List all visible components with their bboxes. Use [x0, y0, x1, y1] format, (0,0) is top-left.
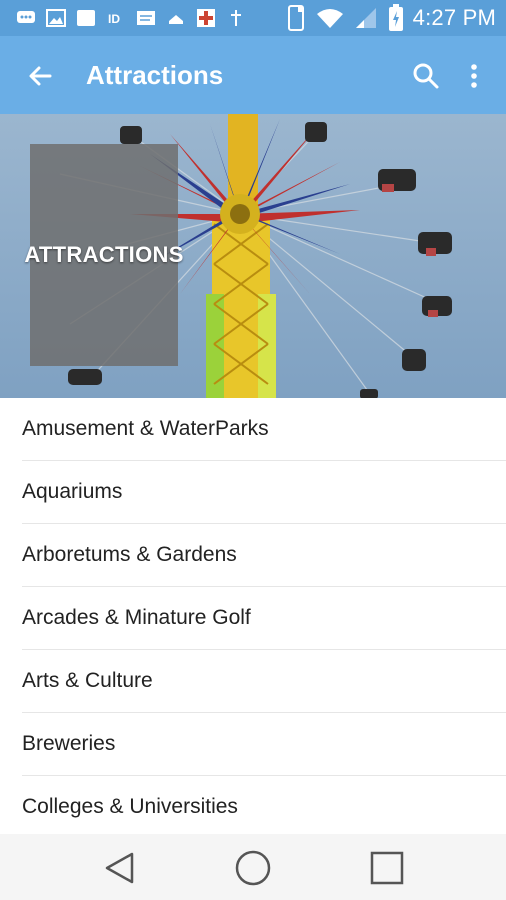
battery-icon [387, 4, 405, 32]
hero-title: ATTRACTIONS [24, 242, 184, 267]
square-recents-icon [370, 851, 404, 885]
wifi-icon [315, 5, 345, 31]
signal-icon [353, 5, 379, 31]
list-item-label: Arboretums & Gardens [22, 543, 237, 566]
app-icon [76, 8, 96, 28]
app-bar: Attractions [0, 36, 506, 114]
nav-back-button[interactable] [100, 848, 140, 888]
hero-overlay-panel: ATTRACTIONS [24, 144, 183, 366]
nav-home-button[interactable] [233, 848, 273, 888]
list-item-label: Breweries [22, 732, 116, 755]
category-list: Amusement & WaterParks Aquariums Arboret… [0, 398, 506, 838]
list-item-arboretums-gardens[interactable]: Arboretums & Gardens [22, 524, 506, 587]
more-vert-icon [471, 64, 477, 88]
dropbox-icon [166, 8, 186, 28]
id-icon: ID [106, 8, 126, 28]
cross-icon [196, 8, 216, 28]
circle-home-icon [235, 850, 271, 886]
svg-text:ID: ID [108, 12, 120, 26]
image-icon [46, 8, 66, 28]
list-item-aquariums[interactable]: Aquariums [22, 461, 506, 524]
search-icon [413, 63, 439, 89]
list-item-amusement-waterparks[interactable]: Amusement & WaterParks [22, 398, 506, 461]
hero-banner: ATTRACTIONS [0, 114, 506, 398]
system-nav-bar [0, 834, 506, 900]
triangle-back-icon [105, 852, 134, 884]
list-item-colleges-universities[interactable]: Colleges & Universities [22, 776, 506, 838]
nav-recents-button[interactable] [367, 848, 407, 888]
search-button[interactable] [408, 58, 444, 94]
list-item-label: Aquariums [22, 480, 123, 503]
message-icon [16, 8, 36, 28]
list-item-label: Amusement & WaterParks [22, 417, 269, 440]
list-item-breweries[interactable]: Breweries [22, 713, 506, 776]
phone-icon [285, 5, 307, 31]
overflow-menu-button[interactable] [460, 58, 488, 94]
status-icons-left: ID [16, 8, 246, 28]
list-item-arcades-minature-golf[interactable]: Arcades & Minature Golf [22, 587, 506, 650]
status-time: 4:27 PM [412, 5, 496, 30]
dagger-icon [226, 8, 246, 28]
list-item-label: Colleges & Universities [22, 795, 238, 818]
list-item-label: Arcades & Minature Golf [22, 606, 251, 629]
status-icons-right: 4:27 PM [285, 4, 496, 32]
status-bar: ID 4:27 PM [0, 0, 506, 36]
page-title: Attractions [86, 60, 224, 90]
back-button[interactable] [22, 58, 58, 94]
list-item-label: Arts & Culture [22, 669, 153, 692]
note-icon [136, 8, 156, 28]
back-arrow-icon [29, 66, 52, 86]
list-item-arts-culture[interactable]: Arts & Culture [22, 650, 506, 713]
